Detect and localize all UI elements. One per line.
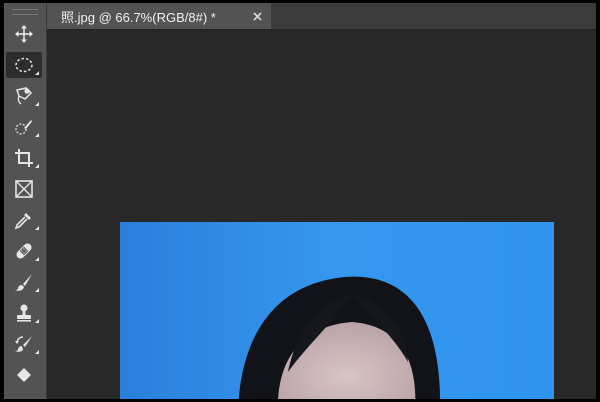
toolbar-grip[interactable]	[10, 5, 40, 17]
lasso-tool[interactable]	[6, 83, 42, 109]
eyedropper-tool[interactable]	[6, 207, 42, 233]
stamp-icon	[17, 304, 31, 322]
tool-group-indicator	[35, 133, 39, 137]
quick-selection-tool[interactable]	[6, 114, 42, 140]
portrait-photo	[120, 222, 554, 399]
history-brush-icon	[15, 336, 32, 352]
healing-brush-tool[interactable]	[6, 238, 42, 264]
document-tab-bar: 照.jpg @ 66.7%(RGB/8#) *	[47, 3, 596, 30]
tool-group-indicator	[35, 71, 39, 75]
ellipse-marquee-icon	[15, 57, 33, 73]
crop-icon	[15, 149, 33, 167]
tool-group-indicator	[35, 164, 39, 168]
crop-tool[interactable]	[6, 145, 42, 171]
tool-group-indicator	[35, 102, 39, 106]
tools-panel	[4, 3, 47, 399]
document-tab[interactable]: 照.jpg @ 66.7%(RGB/8#) *	[47, 3, 271, 29]
brush-tool[interactable]	[6, 269, 42, 295]
move-icon	[15, 25, 33, 43]
eraser-tool[interactable]	[6, 362, 42, 388]
canvas-area[interactable]	[47, 30, 596, 399]
document-image[interactable]	[120, 222, 554, 399]
close-icon[interactable]	[249, 8, 265, 24]
tool-group-indicator	[35, 257, 39, 261]
tool-group-indicator	[35, 319, 39, 323]
tool-group-indicator	[35, 288, 39, 292]
bandage-icon	[16, 243, 32, 259]
frame-tool[interactable]	[6, 176, 42, 202]
quick-selection-icon	[15, 120, 32, 135]
brush-icon	[15, 274, 32, 291]
eyedropper-icon	[14, 213, 31, 230]
polygonal-lasso-icon	[16, 87, 33, 105]
photoshop-window: 照.jpg @ 66.7%(RGB/8#) *	[4, 3, 596, 399]
document-tab-title: 照.jpg @ 66.7%(RGB/8#) *	[61, 9, 216, 25]
frame-icon	[15, 180, 33, 198]
tool-group-indicator	[35, 350, 39, 354]
elliptical-marquee-tool[interactable]	[6, 52, 42, 78]
tool-group-indicator	[35, 226, 39, 230]
eraser-icon	[17, 368, 31, 382]
move-tool[interactable]	[6, 21, 42, 47]
clone-stamp-tool[interactable]	[6, 300, 42, 326]
history-brush-tool[interactable]	[6, 331, 42, 357]
